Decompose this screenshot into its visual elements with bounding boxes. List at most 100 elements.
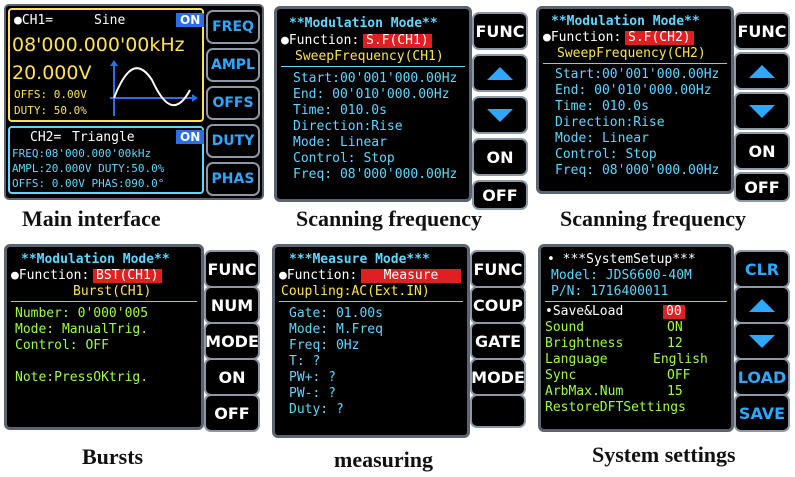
ch1-offset: OFFS: 0.00V (14, 88, 87, 101)
sweep2-func-button[interactable]: FUNC (734, 12, 790, 50)
burst-note: Note:PressOKtrig. (15, 370, 149, 385)
system-sync-value[interactable]: OFF (667, 369, 690, 383)
system-load-button[interactable]: LOAD (734, 358, 790, 396)
ch2-offset-phase: OFFS: 0.00V PHAS:090.0° (12, 177, 165, 190)
ch1-duty: DUTY: 50.0% (14, 104, 87, 117)
measure-function-value[interactable]: Measure (361, 269, 461, 283)
sweep2-freq: Freq: 08'000'000.00Hz (555, 163, 720, 178)
sweep2-up-button[interactable] (734, 52, 790, 90)
burst-func-button[interactable]: FUNC (204, 250, 260, 288)
system-clr-button[interactable]: CLR (734, 250, 790, 288)
phas-button[interactable]: PHAS (206, 162, 260, 196)
freq-button[interactable]: FREQ (206, 10, 260, 44)
ch2-on-badge[interactable]: ON (176, 130, 205, 144)
ch1-wave: Sine (94, 13, 126, 28)
duty-button[interactable]: DUTY (206, 124, 260, 158)
sweep1-on-button[interactable]: ON (472, 138, 528, 176)
ch1-frequency: 08'000.000'00kHz (12, 34, 185, 56)
sweep-ch1-panel: **Modulation Mode** ●Function: S.F(CH1) … (274, 6, 528, 210)
sweep-ch2-panel: **Modulation Mode** ●Function: S.F(CH2) … (536, 6, 790, 202)
burst-mode-button[interactable]: MODE (204, 322, 260, 360)
burst-off-button[interactable]: OFF (204, 394, 260, 432)
burst-function-label: ●Function: (11, 268, 90, 283)
system-arbmax-value[interactable]: 15 (667, 385, 683, 399)
system-restore-label[interactable]: RestoreDFTSettings (545, 401, 686, 415)
sweep2-subtitle: SweepFrequency(CH2) (557, 46, 706, 61)
burst-separator (11, 301, 197, 302)
offs-button[interactable]: OFFS (206, 86, 260, 120)
measure-period: T: ? (289, 354, 321, 369)
burst-title: **Modulation Mode** (21, 252, 170, 267)
system-down-button[interactable] (734, 322, 790, 360)
arrow-down-icon (749, 104, 775, 118)
ch1-on-badge[interactable]: ON (176, 13, 205, 27)
measure-duty: Duty: ? (289, 402, 344, 417)
caption-sweep-ch1: Scanning frequency (296, 206, 483, 231)
arrow-down-icon (487, 108, 513, 122)
sweep1-up-button[interactable] (472, 54, 528, 92)
system-save-load-value[interactable]: 00 (663, 305, 685, 319)
ch1-label: ●CH1= (14, 13, 54, 28)
measure-gate: Gate: 01.00s (289, 306, 383, 321)
sweep2-off-button[interactable]: OFF (734, 172, 790, 202)
system-brightness-label[interactable]: Brightness (545, 337, 623, 351)
sweep1-control: Control: Stop (293, 151, 395, 166)
sweep1-direction: Direction:Rise (293, 119, 403, 134)
ch2-wave: Triangle (72, 130, 135, 145)
caption-sweep-ch2: Scanning frequency (560, 206, 747, 231)
measure-title: ***Measure Mode*** (289, 252, 430, 267)
measure-blank-button[interactable] (470, 394, 526, 428)
measure-func-button[interactable]: FUNC (470, 250, 526, 288)
system-save-load-label[interactable]: •Save&Load (545, 305, 623, 319)
sweep2-start: Start:00'001'000.00Hz (555, 67, 720, 82)
system-up-button[interactable] (734, 286, 790, 324)
system-language-value[interactable]: English (653, 353, 708, 367)
measure-mode-button[interactable]: MODE (470, 358, 526, 396)
main-screen: ●CH1= Sine ON 08'000.000'00kHz 20.000V O… (4, 4, 264, 200)
measure-gate-button[interactable]: GATE (470, 322, 526, 360)
sweep2-end: End: 00'010'000.00Hz (555, 83, 712, 98)
sweep2-control: Control: Stop (555, 147, 657, 162)
caption-system-settings: System settings (592, 442, 736, 467)
burst-function-value[interactable]: BST(CH1) (93, 269, 162, 283)
ch2-box: CH2= Triangle ON FREQ:08'000.000'00kHz A… (8, 126, 205, 194)
sweep1-freq: Freq: 08'000'000.00Hz (293, 167, 458, 182)
arrow-down-icon (749, 334, 775, 348)
system-sound-value[interactable]: ON (667, 321, 683, 335)
sweep2-mode: Mode: Linear (555, 131, 649, 146)
sweep2-function-value[interactable]: S.F(CH2) (625, 31, 694, 45)
ch1-amplitude: 20.000V (12, 62, 92, 84)
sweep2-down-button[interactable] (734, 92, 790, 130)
sweep2-direction: Direction:Rise (555, 115, 665, 130)
sweep1-down-button[interactable] (472, 96, 528, 134)
measure-pw-plus: PW+: ? (289, 370, 336, 385)
ch2-label: CH2= (30, 130, 62, 145)
system-sync-label[interactable]: Sync (545, 369, 576, 383)
measure-panel: ***Measure Mode*** ●Function: Measure Co… (272, 244, 526, 440)
sweep-ch1-screen: **Modulation Mode** ●Function: S.F(CH1) … (274, 6, 472, 202)
measure-freq: Freq: 0Hz (289, 338, 360, 353)
burst-subtitle: Burst(CH1) (73, 284, 152, 299)
sweep2-time: Time: 010.0s (555, 99, 649, 114)
measure-coup-button[interactable]: COUP (470, 286, 526, 324)
burst-on-button[interactable]: ON (204, 358, 260, 396)
system-save-button[interactable]: SAVE (734, 394, 790, 432)
system-model: Model: JDS6600-40M (551, 268, 692, 283)
arrow-up-icon (749, 298, 775, 312)
system-language-label[interactable]: Language (545, 353, 608, 367)
caption-measuring: measuring (334, 447, 433, 472)
sweep2-on-button[interactable]: ON (734, 132, 790, 170)
burst-num-button[interactable]: NUM (204, 286, 260, 324)
system-sound-label[interactable]: Sound (545, 321, 584, 335)
sweep1-title: **Modulation Mode** (289, 16, 438, 31)
system-brightness-value[interactable]: 12 (667, 337, 683, 351)
measure-pw-minus: PW-: ? (289, 386, 336, 401)
system-arbmax-label[interactable]: ArbMax.Num (545, 385, 623, 399)
sweep2-title: **Modulation Mode** (551, 14, 700, 29)
burst-panel: **Modulation Mode** ●Function: BST(CH1) … (4, 244, 260, 432)
ampl-button[interactable]: AMPL (206, 48, 260, 82)
sweep1-function-value[interactable]: S.F(CH1) (363, 34, 432, 48)
sweep1-func-button[interactable]: FUNC (472, 12, 528, 50)
sweep1-end: End: 00'010'000.00Hz (293, 87, 450, 102)
sweep1-subtitle: SweepFrequency(CH1) (295, 49, 444, 64)
